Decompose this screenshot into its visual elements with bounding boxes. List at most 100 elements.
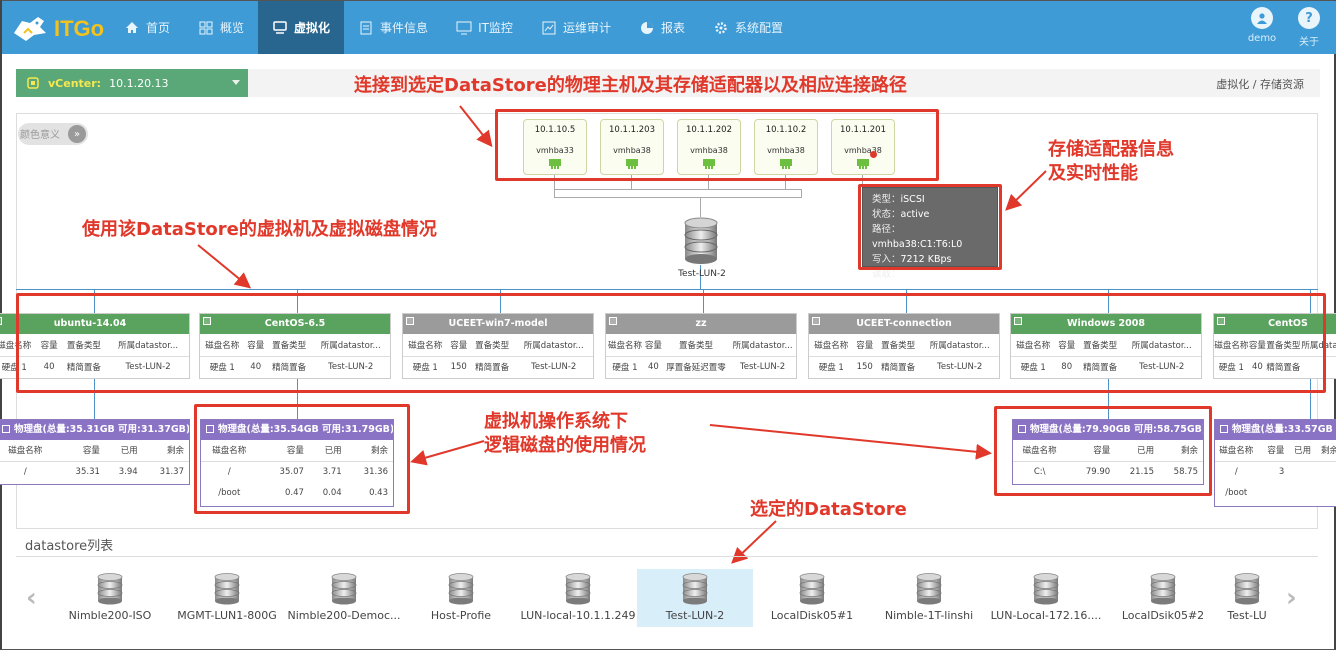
annotation-hosts: 连接到选定DataStore的物理主机及其存储适配器以及相应连接路径 [354, 75, 907, 96]
nav-item-label: 虚拟化 [294, 21, 331, 35]
column-header: 剩余 [1316, 440, 1336, 462]
database-icon [1033, 573, 1059, 605]
datastore-list-item[interactable]: Nimble200-Democ... [286, 569, 402, 627]
database-icon [331, 573, 357, 605]
user-menu[interactable]: demo [1245, 7, 1279, 44]
database-icon [448, 573, 474, 605]
nav-item-gear[interactable]: 系统配置 [699, 1, 797, 54]
tooltip-value: 1294 KBps [900, 269, 952, 280]
color-legend-toggle[interactable]: 颜色意义 » [18, 123, 88, 145]
vm-collapse-icon[interactable] [0, 317, 2, 325]
datastore-node-label: Test-LUN-2 [678, 269, 726, 279]
nav-item-monitor[interactable]: IT监控 [442, 1, 527, 54]
database-icon [565, 573, 591, 605]
connector-line [554, 189, 802, 190]
chart-icon [541, 21, 557, 35]
datastore-list-item[interactable]: Test-LUN-2 [637, 569, 753, 627]
database-icon [682, 573, 708, 605]
table-cell [1289, 461, 1316, 482]
table-cell: / [1234, 466, 1238, 477]
physical-disk-card[interactable]: 物理盘(总量:35.31GB 可用:31.37GB) 磁盘名称 容量 已用 剩余 / 35.… [0, 419, 190, 485]
column-header: 磁盘名称 [1215, 440, 1263, 462]
vcenter-select[interactable]: vCenter: 10.1.20.13 [16, 69, 248, 97]
physical-disk-card[interactable]: 物理盘(总量:33.57GB 磁盘名称容量已用剩余 / 3/boot [1214, 419, 1336, 507]
chevron-down-icon [232, 80, 240, 85]
document-icon [358, 21, 374, 35]
table-header-row: 磁盘名称容量已用剩余 [1215, 440, 1336, 462]
table-cell [1263, 482, 1290, 503]
column-header: 已用 [1289, 440, 1317, 462]
carousel-next-button[interactable]: › [1286, 583, 1297, 613]
datastore-list-title: datastore列表 [16, 531, 1318, 557]
table-header-row: 磁盘名称容量已用剩余 [0, 440, 189, 462]
nav-item-label: IT监控 [478, 21, 513, 35]
datastore-name: LUN-Local-172.16.... [990, 609, 1102, 622]
table-cell [1316, 482, 1336, 503]
datastore-list-item[interactable]: LocalDsik05#2 [1105, 569, 1221, 627]
nav-item-chart[interactable]: 运维审计 [527, 1, 625, 54]
datastore-list-item[interactable]: Host-Profie [403, 569, 519, 627]
annotation-selected: 选定的DataStore [750, 499, 907, 520]
datastore-list-item[interactable]: MGMT-LUN1-800G [169, 569, 285, 627]
logical-disk-table: 磁盘名称容量已用剩余 / 3/boot [1215, 440, 1336, 503]
vcenter-value: 10.1.20.13 [109, 76, 169, 90]
database-icon [1234, 573, 1260, 605]
table-row: /boot [1215, 482, 1336, 503]
physical-disk-title: 物理盘(总量:33.57GB [1232, 424, 1333, 435]
table-cell: / [23, 466, 27, 477]
nav-item-home[interactable]: 首页 [110, 1, 184, 54]
about-label: 关于 [1299, 37, 1319, 48]
datastore-list-item[interactable]: LocalDisk05#1 [754, 569, 870, 627]
datastore-list-item[interactable]: Nimble-1T-linshi [871, 569, 987, 627]
help-icon: ? [1298, 7, 1320, 29]
datastore-list-item[interactable]: LUN-local-10.1.1.249 [520, 569, 636, 627]
datastore-name: Nimble200-ISO [68, 609, 152, 622]
annotation-vms: 使用该DataStore的虚拟机及虚拟磁盘情况 [82, 219, 437, 240]
itgo-logo[interactable]: ITGo [10, 11, 110, 45]
column-header: 剩余 [142, 440, 189, 462]
logo-text: ITGo [54, 16, 105, 41]
dog-logo-icon [14, 17, 46, 41]
table-cell: 3 [1278, 466, 1285, 477]
breadcrumb: 虚拟化 / 存储资源 [1216, 78, 1304, 91]
datastore-name: Nimble-1T-linshi [884, 609, 974, 622]
carousel-prev-button[interactable]: ‹ [26, 583, 37, 613]
table-cell: 31.37 [159, 466, 184, 477]
datastore-node[interactable] [683, 217, 719, 265]
database-icon [97, 573, 123, 605]
vms-highlight-box [16, 293, 1326, 393]
home-icon [124, 21, 140, 35]
table-cell: /boot [1225, 487, 1248, 498]
user-avatar-icon [1251, 7, 1273, 29]
nav-item-grid[interactable]: 概览 [184, 1, 258, 54]
disk-highlight-box-right [994, 406, 1212, 496]
datastore-name: Test-LU [1227, 609, 1267, 622]
annotation-os-2: 逻辑磁盘的使用情况 [484, 435, 646, 456]
datastore-name: LUN-local-10.1.1.249 [520, 609, 636, 622]
legend-label: 颜色意义 [20, 130, 60, 141]
nav-item-label: 概览 [220, 21, 245, 35]
nav-item-document[interactable]: 事件信息 [344, 1, 442, 54]
nav-item-label: 首页 [146, 21, 171, 35]
monitor-icon [456, 21, 472, 35]
nav-item-label: 系统配置 [734, 21, 783, 35]
about-button[interactable]: ? 关于 [1292, 7, 1326, 48]
column-header: 容量 [58, 440, 105, 462]
logical-disk-table: 磁盘名称 容量 已用 剩余 / 35.31 3.94 31.37 [0, 440, 189, 482]
datastore-name: Host-Profie [430, 609, 492, 622]
datastore-list-item[interactable]: Nimble200-ISO [52, 569, 168, 627]
datastore-list-item[interactable]: Test-LU [1222, 569, 1272, 627]
connector-line [700, 197, 701, 217]
disk-collapse-icon[interactable] [1220, 425, 1228, 433]
disk-highlight-box-left [194, 404, 410, 514]
datastore-list-item[interactable]: LUN-Local-172.16.... [988, 569, 1104, 627]
physical-disk-header: 物理盘(总量:35.31GB 可用:31.37GB) [0, 420, 189, 440]
gear-icon [713, 21, 729, 35]
column-header: 磁盘名称 [0, 440, 59, 462]
vcenter-icon [27, 77, 39, 89]
app-window: ITGo 首页 概览 虚拟化 事件信息 IT监控 运维审计 报表 系统配置 demo ? 关于… [0, 0, 1336, 650]
nav-item-pie[interactable]: 报表 [625, 1, 699, 54]
nav-item-server[interactable]: 虚拟化 [258, 1, 345, 54]
disk-collapse-icon[interactable] [2, 425, 10, 433]
physical-disk-title: 物理盘(总量:35.31GB 可用:31.37GB) [14, 424, 190, 435]
